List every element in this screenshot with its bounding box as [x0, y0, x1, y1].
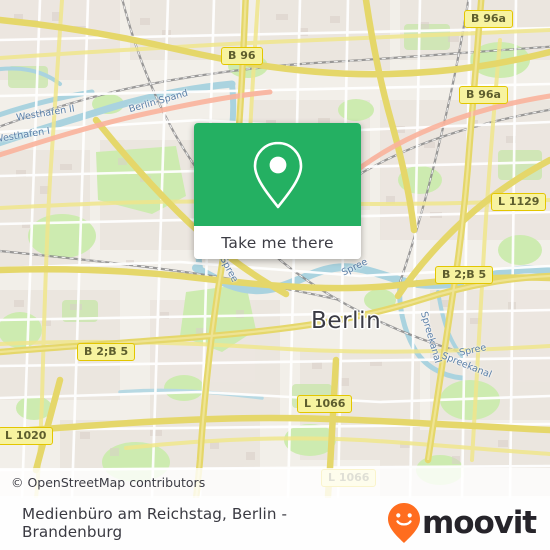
- road-shield: L 1066: [297, 395, 353, 413]
- road-shield: B 96a: [459, 86, 508, 104]
- map-pin-icon: [253, 141, 302, 208]
- moovit-pin-smiley-icon: [388, 503, 421, 543]
- road-shield: B 96a: [464, 10, 513, 28]
- road-shield: B 96: [221, 47, 263, 65]
- popup-cta-bar[interactable]: Take me there: [194, 226, 361, 259]
- road-shield: L 1129: [491, 193, 547, 211]
- city-label-berlin: Berlin: [311, 308, 382, 334]
- popup-image-placeholder: [194, 123, 361, 226]
- attribution-text[interactable]: © OpenStreetMap contributors: [0, 475, 205, 490]
- road-shield: L 1020: [0, 427, 54, 445]
- location-popup-card[interactable]: Take me there: [194, 123, 361, 259]
- road-shield: B 2;B 5: [435, 266, 494, 284]
- road-shield: B 2;B 5: [77, 343, 136, 361]
- footer-bar: Medienbüro am Reichstag, Berlin - Brande…: [0, 496, 550, 550]
- location-title: Medienbüro am Reichstag, Berlin - Brande…: [22, 505, 288, 541]
- map-attribution-bar: © OpenStreetMap contributors: [0, 468, 550, 496]
- moovit-wordmark: moovit: [422, 504, 537, 541]
- map-screenshot: Berlin Westhafen II Westhafen I Berlin-S…: [0, 0, 550, 550]
- moovit-logo[interactable]: moovit: [387, 502, 537, 544]
- popup-cta-label: Take me there: [221, 233, 334, 252]
